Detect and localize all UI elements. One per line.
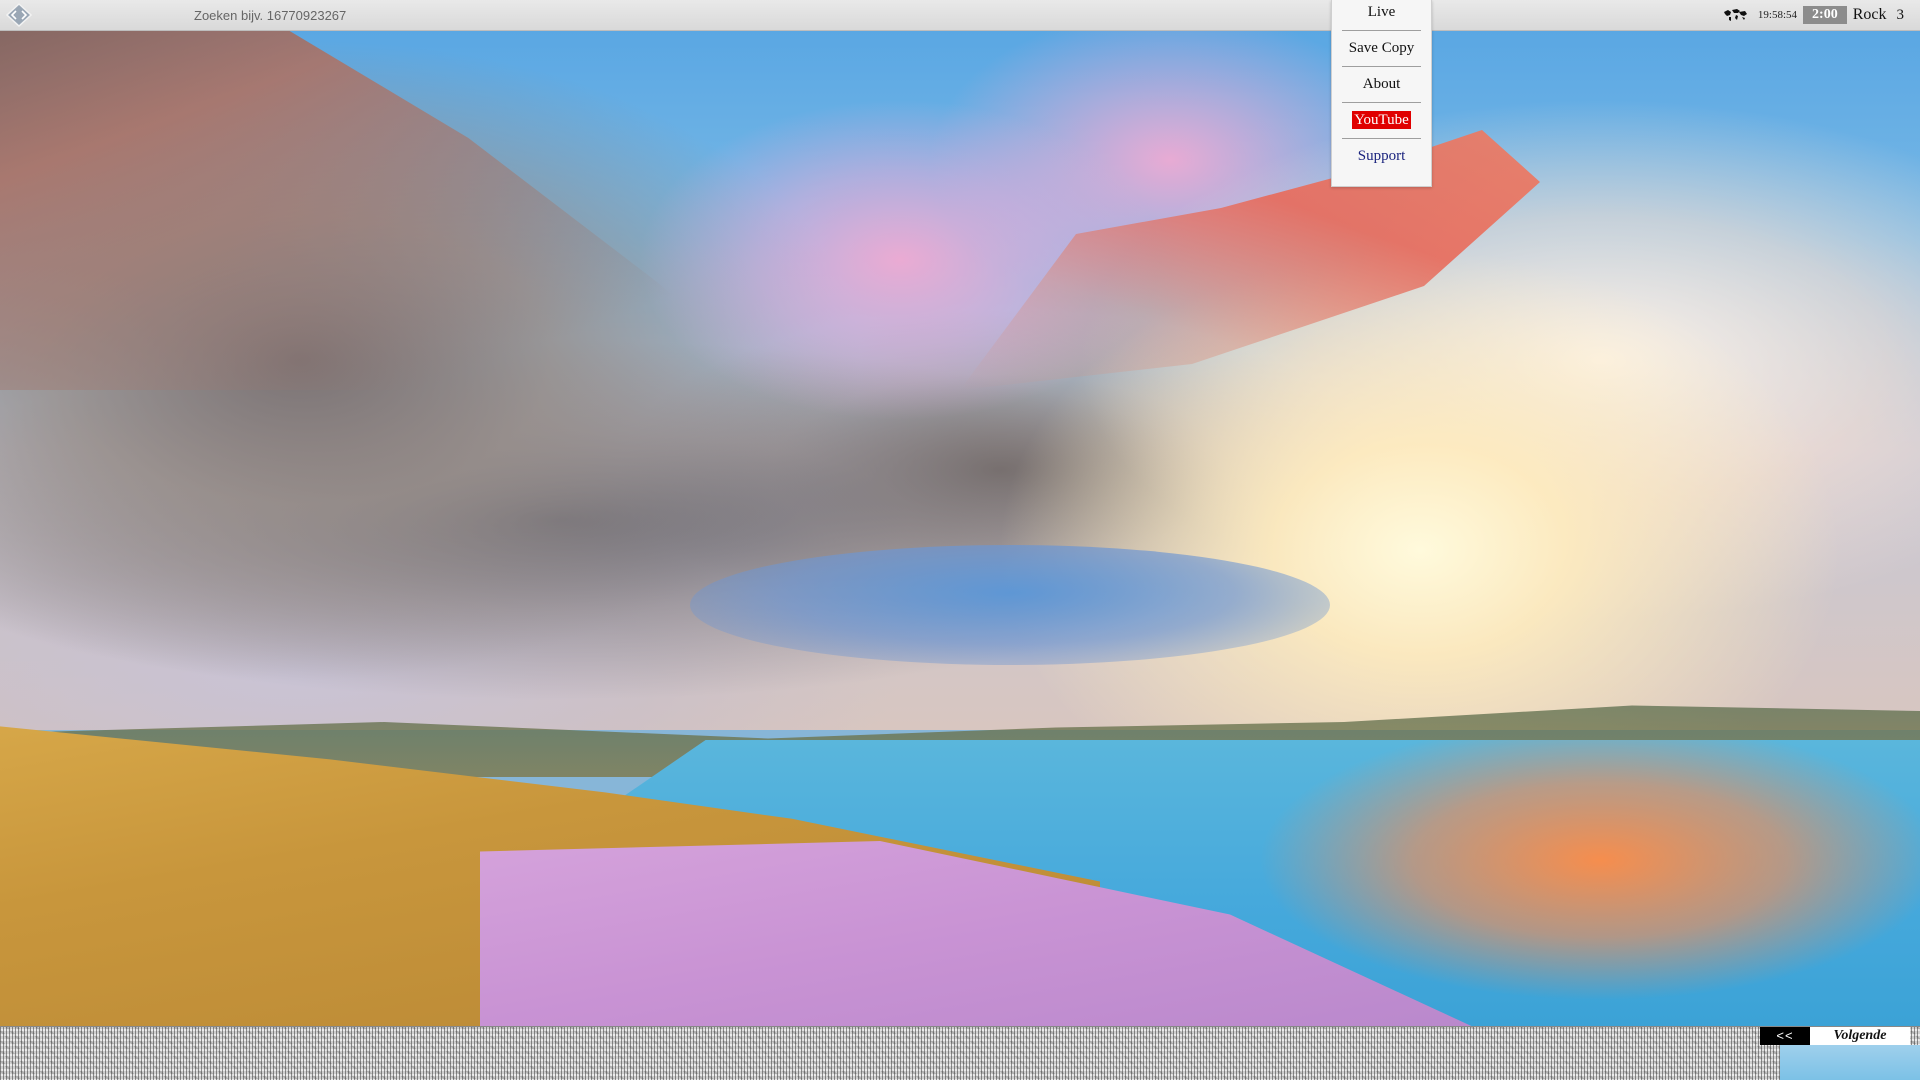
menu-divider (1342, 30, 1421, 31)
timer-badge[interactable]: 2:00 (1803, 6, 1847, 24)
menu-item-support[interactable]: Support (1332, 144, 1431, 180)
channel-number[interactable]: 3 (1897, 7, 1905, 24)
bottom-static-strip (0, 1026, 1920, 1080)
menu-item-live[interactable]: Live (1332, 0, 1431, 36)
bottom-corner-preview (1780, 1045, 1920, 1080)
landscape-background (0, 0, 1920, 1080)
menu-item-label: Support (1357, 148, 1406, 164)
clock: 19:58:54 (1757, 9, 1798, 21)
menu-divider (1342, 66, 1421, 67)
logo-icon[interactable] (5, 2, 33, 28)
status-area: 19:58:54 2:00 Rock 3 (1722, 0, 1920, 30)
menu-item-about[interactable]: About (1332, 72, 1431, 108)
search-input[interactable] (190, 4, 528, 26)
menu-item-label: Save Copy (1348, 40, 1415, 56)
menu-item-youtube[interactable]: YouTube (1332, 108, 1431, 144)
menu-divider (1342, 102, 1421, 103)
menu-item-label: About (1362, 76, 1401, 92)
dropdown-menu: Live Save Copy About YouTube Support (1331, 0, 1432, 187)
menu-item-save-copy[interactable]: Save Copy (1332, 36, 1431, 72)
menu-divider (1342, 138, 1421, 139)
page: 19:58:54 2:00 Rock 3 Live Save Copy Abou… (0, 0, 1920, 1080)
top-toolbar: 19:58:54 2:00 Rock 3 (0, 0, 1920, 31)
cloud-reflection (690, 545, 1330, 665)
menu-item-label: Live (1367, 4, 1396, 20)
genre-label[interactable]: Rock (1853, 6, 1887, 24)
world-map-icon[interactable] (1722, 7, 1748, 23)
previous-button[interactable]: << (1760, 1027, 1810, 1045)
menu-item-label: YouTube (1352, 111, 1411, 129)
next-button[interactable]: Volgende (1810, 1027, 1910, 1045)
